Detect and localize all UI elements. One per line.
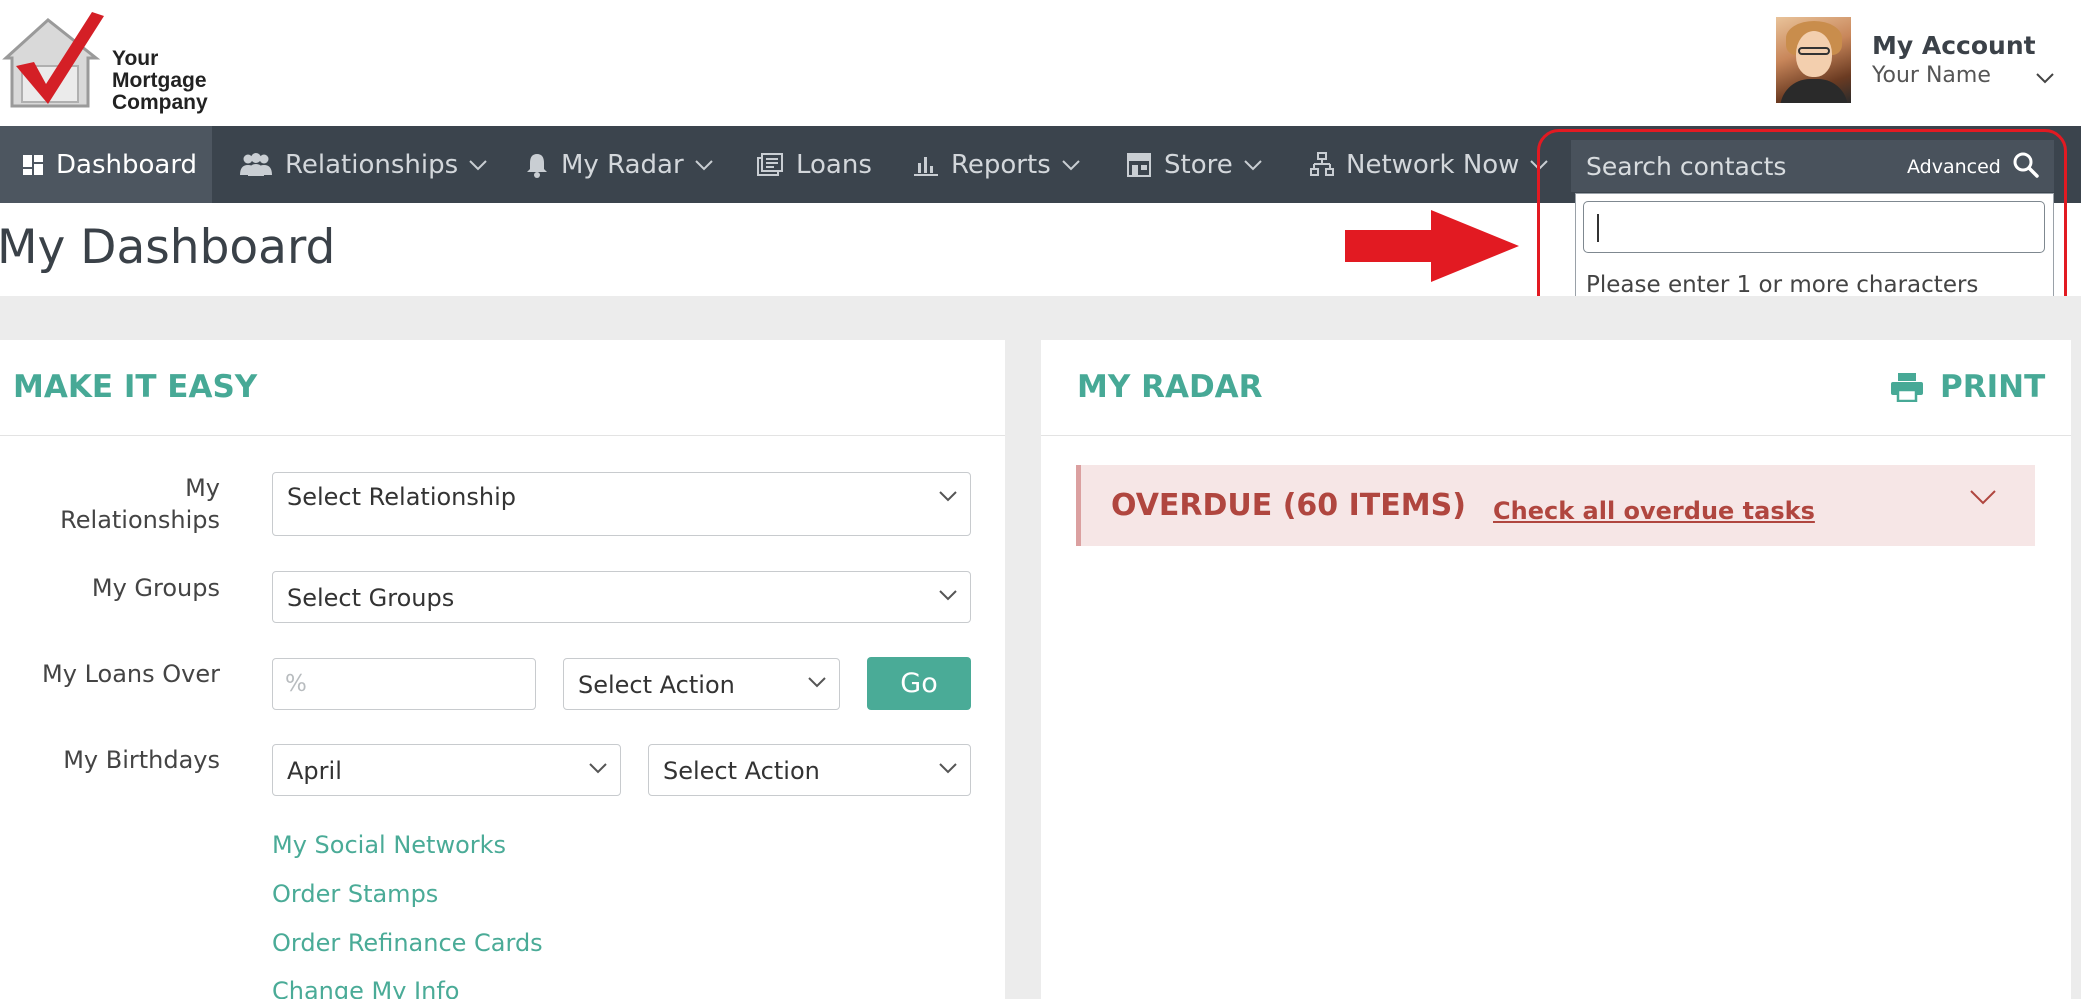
printer-icon: [1891, 373, 1923, 402]
select-value: April: [287, 757, 342, 785]
overdue-title: OVERDUE (60 ITEMS): [1111, 488, 1466, 523]
header: Your Mortgage Company My Account Your Na…: [0, 0, 2081, 126]
chevron-down-icon: [589, 763, 607, 774]
nav-loans[interactable]: Loans: [756, 126, 872, 203]
chevron-down-icon: [939, 590, 957, 601]
chevron-down-icon[interactable]: [1968, 487, 1998, 507]
loans-over-label: My Loans Over: [42, 660, 220, 688]
make-it-easy-heading: MAKE IT EASY: [13, 369, 258, 405]
chevron-down-icon: [1244, 159, 1262, 170]
select-value: Select Relationship: [287, 483, 516, 511]
select-value: Select Groups: [287, 584, 455, 612]
chevron-down-icon: [939, 763, 957, 774]
network-icon: [1310, 151, 1334, 176]
groups-label: My Groups: [91, 574, 220, 602]
account-title: My Account: [1872, 31, 2036, 60]
nav-label: Relationships: [285, 149, 459, 180]
link-my-social-networks[interactable]: My Social Networks: [272, 831, 506, 859]
arrow-right-icon: [1345, 210, 1519, 282]
chevron-down-icon: [939, 491, 957, 502]
input-placeholder: %: [285, 671, 307, 697]
birthdays-label: My Birthdays: [63, 746, 220, 774]
nav-label: Loans: [796, 149, 872, 180]
print-label: PRINT: [1940, 369, 2046, 405]
page-title: My Dashboard: [0, 220, 336, 275]
check-overdue-tasks-link[interactable]: Check all overdue tasks: [1493, 497, 1815, 525]
divider: [1041, 435, 2071, 436]
documents-icon: [757, 152, 783, 176]
birthdays-select-action[interactable]: Select Action: [648, 744, 971, 796]
nav-store[interactable]: Store: [1126, 126, 1263, 203]
my-radar-heading: MY RADAR: [1077, 369, 1263, 405]
bell-icon: [527, 153, 547, 178]
bar-chart-icon: [914, 156, 938, 176]
company-logo[interactable]: Your Mortgage Company: [0, 8, 230, 114]
nav-dashboard[interactable]: Dashboard: [0, 126, 212, 203]
go-button[interactable]: Go: [867, 657, 971, 710]
nav-label: Reports: [951, 149, 1051, 180]
birthdays-month-select[interactable]: April: [272, 744, 621, 796]
link-order-stamps[interactable]: Order Stamps: [272, 880, 438, 908]
link-order-refinance-cards[interactable]: Order Refinance Cards: [272, 929, 543, 957]
nav-network-now[interactable]: Network Now: [1310, 126, 1549, 203]
logo-text: Your Mortgage Company: [112, 47, 208, 114]
chevron-down-icon[interactable]: [2032, 65, 2058, 91]
nav-label: My Radar: [561, 149, 684, 180]
my-radar-panel: [1041, 340, 2071, 999]
select-groups[interactable]: Select Groups: [272, 571, 971, 623]
print-button[interactable]: PRINT: [1890, 369, 2045, 405]
divider: [0, 435, 1005, 436]
loans-select-action[interactable]: Select Action: [563, 658, 840, 710]
chevron-down-icon: [808, 677, 826, 688]
dashboard-icon: [23, 154, 43, 175]
nav-relationships[interactable]: Relationships: [239, 126, 488, 203]
nav-label: Dashboard: [56, 149, 198, 180]
select-relationship[interactable]: Select Relationship: [272, 472, 971, 536]
chevron-down-icon: [469, 159, 487, 170]
chevron-down-icon: [1062, 159, 1080, 170]
store-icon: [1127, 152, 1151, 177]
select-value: Select Action: [663, 757, 820, 785]
house-check-logo-icon: [2, 12, 104, 108]
people-icon: [240, 152, 272, 176]
chevron-down-icon: [694, 159, 713, 170]
account-menu[interactable]: My Account Your Name: [1776, 17, 2066, 105]
nav-reports[interactable]: Reports: [913, 126, 1081, 203]
nav-my-radar[interactable]: My Radar: [525, 126, 714, 203]
link-change-my-info[interactable]: Change My Info: [272, 977, 459, 999]
nav-label: Network Now: [1346, 149, 1520, 180]
avatar: [1776, 17, 1851, 103]
loans-percent-input[interactable]: %: [272, 658, 536, 710]
select-value: Select Action: [578, 671, 735, 699]
account-name: Your Name: [1872, 63, 1991, 88]
nav-label: Store: [1164, 149, 1233, 180]
relationships-label: My Relationships: [60, 474, 220, 534]
overdue-section[interactable]: OVERDUE (60 ITEMS) Check all overdue tas…: [1076, 465, 2035, 546]
